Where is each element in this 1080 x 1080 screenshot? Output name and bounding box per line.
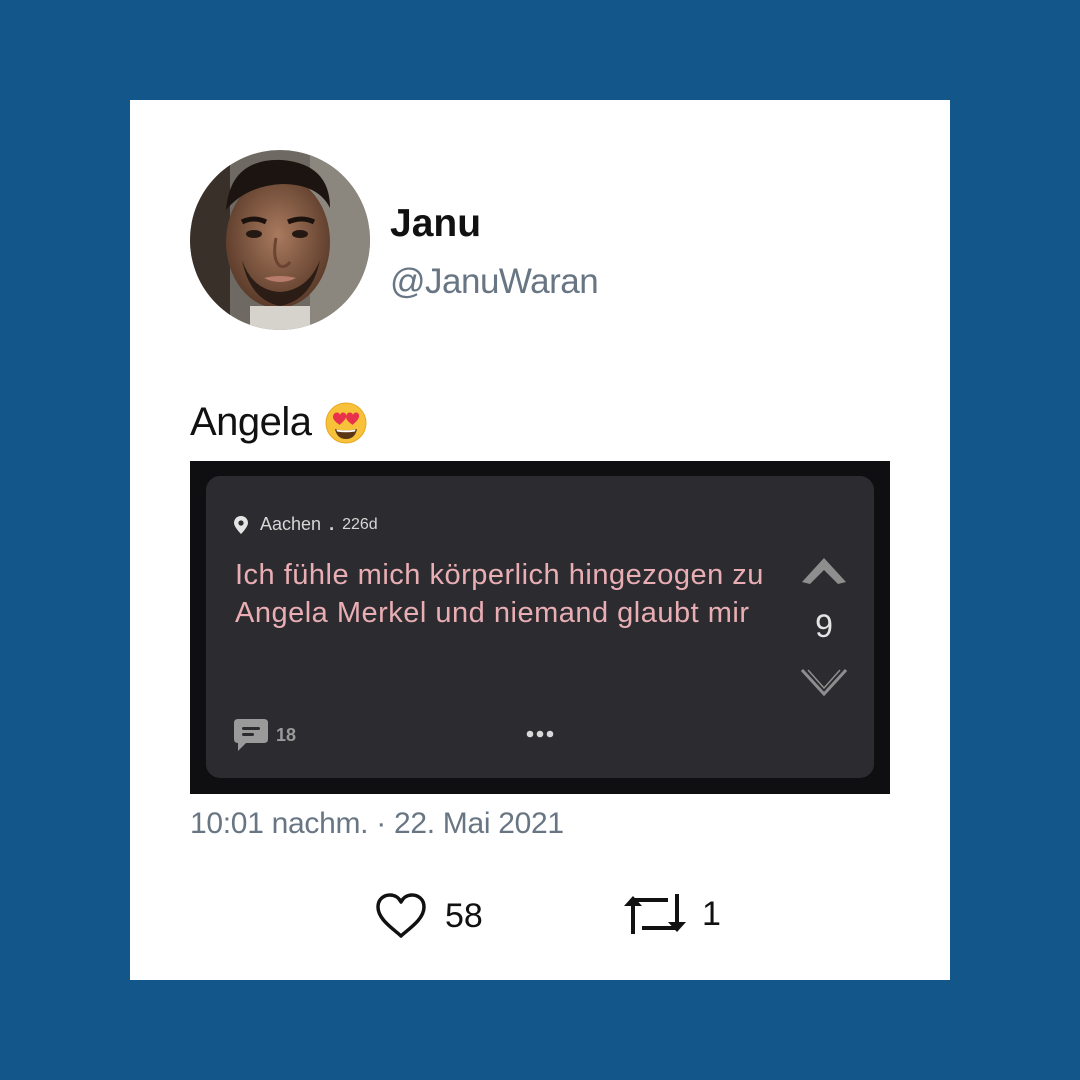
- vote-count: 9: [815, 608, 833, 644]
- heart-icon: [376, 893, 426, 938]
- like-count: 58: [445, 896, 483, 935]
- jodel-post-text: Ich fühle mich körperlich hingezogen zu …: [235, 559, 764, 629]
- user-handle[interactable]: @JanuWaran: [390, 262, 599, 302]
- comments-count[interactable]: 18: [234, 719, 296, 751]
- tweet-card: Janu @JanuWaran Angela Aachen . 226d Ich: [130, 100, 950, 980]
- tweet-text: Angela: [190, 400, 368, 445]
- tweet-timestamp[interactable]: 10:01 nachm. · 22. Mai 2021: [190, 807, 564, 841]
- post-age: 226d: [342, 515, 378, 533]
- jodel-location: Aachen . 226d: [234, 514, 378, 535]
- more-options-icon[interactable]: [526, 729, 554, 739]
- location-pin-icon: [234, 515, 248, 534]
- like-button[interactable]: 58: [375, 892, 483, 940]
- location-separator: .: [329, 514, 335, 534]
- display-name[interactable]: Janu: [390, 202, 481, 246]
- tweet-text-label: Angela: [190, 400, 312, 444]
- embedded-screenshot[interactable]: Aachen . 226d Ich fühle mich körperlich …: [190, 461, 890, 794]
- comment-bubble-icon: [234, 719, 268, 751]
- heart-eyes-emoji-icon: [325, 402, 367, 443]
- profile-photo-icon: [190, 150, 370, 330]
- location-name: Aachen: [260, 514, 322, 534]
- upvote-chevron-icon[interactable]: [800, 554, 848, 588]
- comments-count-label: 18: [276, 724, 297, 745]
- retweet-icon: [624, 894, 686, 934]
- retweet-button[interactable]: 1: [622, 892, 721, 936]
- downvote-chevron-icon[interactable]: [800, 664, 848, 698]
- avatar[interactable]: [190, 150, 370, 330]
- retweet-count: 1: [702, 894, 721, 933]
- jodel-post-card: Aachen . 226d Ich fühle mich körperlich …: [206, 476, 874, 778]
